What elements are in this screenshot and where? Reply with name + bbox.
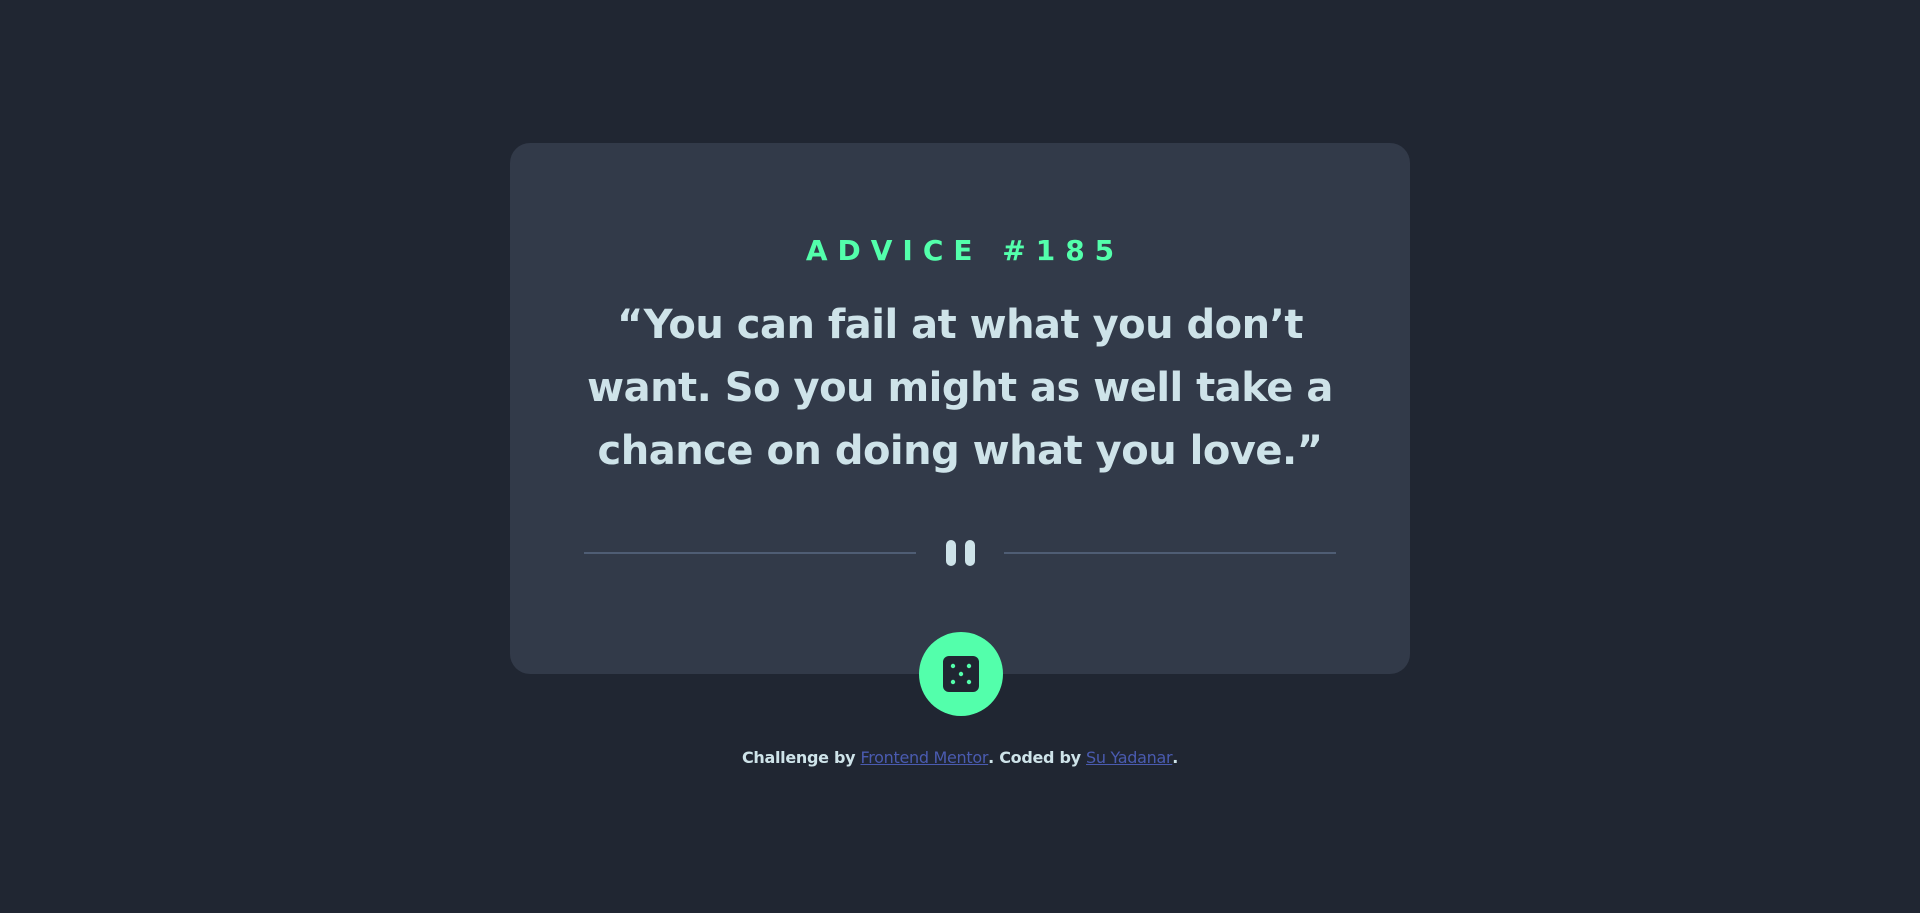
attribution-prefix: Challenge by [741,748,861,767]
author-link[interactable]: Su Yadanar [1086,748,1173,767]
attribution: Challenge by Frontend Mentor. Coded by S… [0,748,1920,767]
new-advice-button[interactable] [919,632,1003,716]
advice-id: ADVICE #185 [805,233,1125,267]
advice-quote: “You can fail at what you don’t want. So… [587,302,1333,474]
divider-line-right [1004,552,1336,554]
pattern-divider [584,538,1336,568]
divider-line-left [584,552,916,554]
dice-icon [943,656,979,692]
pause-icon [943,538,978,568]
attribution-middle: . Coded by [988,748,1087,767]
advice-card: ADVICE #185 “You can fail at what you do… [510,143,1410,674]
attribution-suffix: . [1172,748,1179,767]
frontend-mentor-link[interactable]: Frontend Mentor [861,748,989,767]
